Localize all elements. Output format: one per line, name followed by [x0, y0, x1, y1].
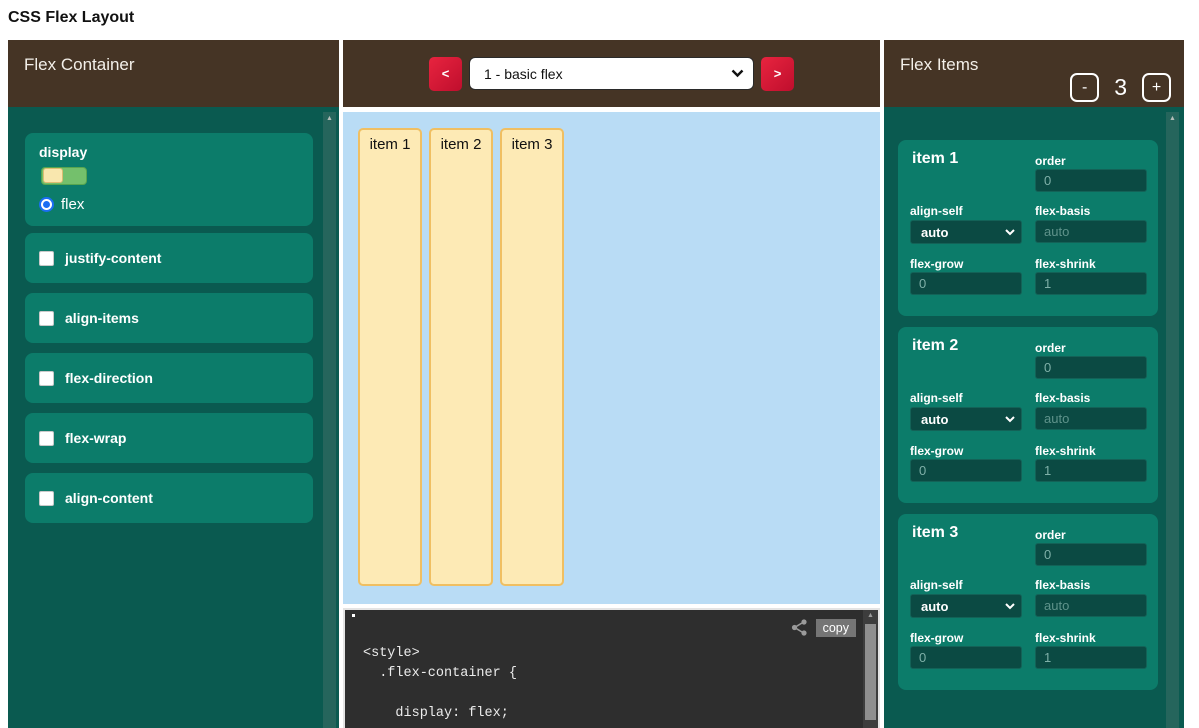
item-2-flex-grow-input[interactable]	[910, 459, 1022, 482]
scroll-up-icon[interactable]: ▲	[323, 115, 336, 122]
preview-flex-item-1: item 1	[358, 128, 422, 586]
item-1-flex-grow-input[interactable]	[910, 272, 1022, 295]
flex-radio-label: flex	[61, 196, 84, 213]
align-items-card[interactable]: align-items	[25, 293, 313, 343]
code-scrollbar[interactable]: ▲	[863, 610, 878, 728]
item-3-align-self-select[interactable]: auto	[910, 594, 1022, 618]
item-1-title: item 1	[912, 150, 958, 168]
item-3-flex-basis-input[interactable]	[1035, 594, 1147, 617]
item-3-flex-grow-input[interactable]	[910, 646, 1022, 669]
flex-grow-label: flex-grow	[910, 444, 963, 458]
order-label: order	[1035, 341, 1066, 355]
code-scroll-up-icon[interactable]: ▲	[863, 612, 878, 619]
flex-direction-card[interactable]: flex-direction	[25, 353, 313, 403]
flex-shrink-label: flex-shrink	[1035, 444, 1096, 458]
order-label: order	[1035, 528, 1066, 542]
order-label: order	[1035, 154, 1066, 168]
item-2-flex-basis-input[interactable]	[1035, 407, 1147, 430]
add-item-button[interactable]: +	[1142, 73, 1171, 102]
justify-content-card[interactable]: justify-content	[25, 233, 313, 283]
flex-direction-label: flex-direction	[65, 370, 153, 386]
flex-items-panel-header: Flex Items - 3 +	[884, 40, 1184, 107]
code-text: <style> .flex-container { display: flex;	[363, 644, 517, 724]
item-1-order-input[interactable]	[1035, 169, 1147, 192]
flex-preview-container: item 1 item 2 item 3	[343, 112, 880, 604]
flex-basis-label: flex-basis	[1035, 391, 1090, 405]
item-1-align-self-select[interactable]: auto	[910, 220, 1022, 244]
flex-wrap-card[interactable]: flex-wrap	[25, 413, 313, 463]
item-2-flex-shrink-input[interactable]	[1035, 459, 1147, 482]
page-title: CSS Flex Layout	[8, 9, 134, 27]
display-property-card: display flex	[25, 133, 313, 226]
remove-item-button[interactable]: -	[1070, 73, 1099, 102]
item-3-card: item 3 order align-self auto flex-basis …	[898, 514, 1158, 690]
align-content-checkbox[interactable]	[39, 491, 54, 506]
display-label: display	[25, 133, 313, 160]
justify-content-checkbox[interactable]	[39, 251, 54, 266]
flex-items-panel: Flex Items - 3 + item 1 order align-self…	[884, 40, 1184, 728]
item-2-card: item 2 order align-self auto flex-basis …	[898, 327, 1158, 503]
next-scenario-button[interactable]: >	[761, 57, 794, 91]
left-panel-scrollbar[interactable]: ▲	[323, 112, 336, 728]
item-count: 3	[1114, 74, 1127, 101]
flex-shrink-label: flex-shrink	[1035, 257, 1096, 271]
scenario-select[interactable]: 1 - basic flex	[469, 57, 754, 90]
item-3-flex-shrink-input[interactable]	[1035, 646, 1147, 669]
previous-scenario-button[interactable]: <	[429, 57, 462, 91]
scenario-select-wrap: 1 - basic flex	[469, 57, 754, 90]
flex-grow-label: flex-grow	[910, 257, 963, 271]
preview-flex-item-2: item 2	[429, 128, 493, 586]
item-2-align-self-wrap: auto	[910, 407, 1022, 431]
align-content-card[interactable]: align-content	[25, 473, 313, 523]
item-2-title: item 2	[912, 337, 958, 355]
share-icon[interactable]	[790, 618, 809, 637]
item-1-card: item 1 order align-self auto flex-basis …	[898, 140, 1158, 316]
justify-content-label: justify-content	[65, 250, 161, 266]
align-self-label: align-self	[910, 578, 963, 592]
item-2-order-input[interactable]	[1035, 356, 1147, 379]
right-panel-scrollbar[interactable]: ▲	[1166, 112, 1179, 728]
align-self-label: align-self	[910, 204, 963, 218]
code-cursor-dot	[352, 614, 355, 617]
align-self-label: align-self	[910, 391, 963, 405]
flex-grow-label: flex-grow	[910, 631, 963, 645]
item-1-align-self-wrap: auto	[910, 220, 1022, 244]
item-3-title: item 3	[912, 524, 958, 542]
flex-basis-label: flex-basis	[1035, 204, 1090, 218]
app-root: CSS Flex Layout Flex Container display f…	[0, 0, 1199, 728]
flex-items-panel-title: Flex Items	[900, 55, 978, 74]
display-flex-radio-row: flex	[39, 196, 313, 213]
item-3-align-self-wrap: auto	[910, 594, 1022, 618]
code-scrollbar-thumb[interactable]	[865, 624, 876, 720]
item-count-controls: - 3 +	[1070, 73, 1171, 102]
copy-button[interactable]: copy	[816, 619, 856, 637]
flex-wrap-checkbox[interactable]	[39, 431, 54, 446]
flex-container-panel-title: Flex Container	[8, 40, 339, 107]
scroll-up-icon[interactable]: ▲	[1166, 115, 1179, 122]
flex-container-panel: Flex Container display flex justify-cont…	[8, 40, 339, 728]
flex-wrap-label: flex-wrap	[65, 430, 126, 446]
flex-radio[interactable]	[39, 197, 54, 212]
preview-flex-item-3: item 3	[500, 128, 564, 586]
code-toolbar: copy	[790, 618, 856, 637]
flex-container-panel-body: display flex justify-content align-items	[8, 107, 339, 728]
flex-direction-checkbox[interactable]	[39, 371, 54, 386]
flex-basis-label: flex-basis	[1035, 578, 1090, 592]
flex-items-panel-body: item 1 order align-self auto flex-basis …	[884, 107, 1184, 728]
display-toggle-knob	[43, 168, 63, 183]
item-1-flex-basis-input[interactable]	[1035, 220, 1147, 243]
align-items-label: align-items	[65, 310, 139, 326]
code-panel: <style> .flex-container { display: flex;…	[343, 608, 880, 728]
flex-shrink-label: flex-shrink	[1035, 631, 1096, 645]
item-2-align-self-select[interactable]: auto	[910, 407, 1022, 431]
item-3-order-input[interactable]	[1035, 543, 1147, 566]
scenario-toolbar: < 1 - basic flex >	[343, 40, 880, 107]
align-content-label: align-content	[65, 490, 153, 506]
item-1-flex-shrink-input[interactable]	[1035, 272, 1147, 295]
align-items-checkbox[interactable]	[39, 311, 54, 326]
display-toggle[interactable]	[41, 167, 87, 185]
